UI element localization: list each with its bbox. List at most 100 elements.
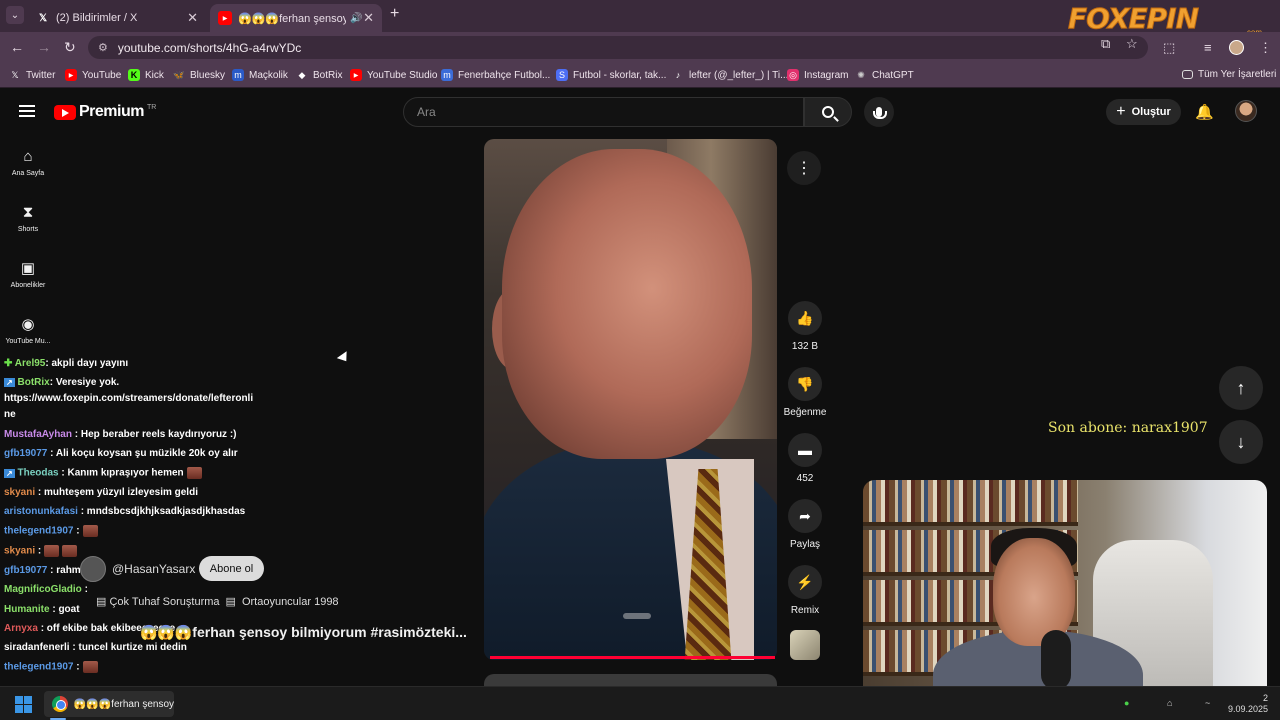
more-options-button[interactable]: ⋮ (787, 151, 821, 185)
address-url: youtube.com/shorts/4hG-a4rwYDc (117, 40, 302, 55)
reload-icon[interactable]: ↻ (64, 39, 76, 56)
chat-text: : (76, 661, 80, 673)
profile-avatar[interactable] (1229, 40, 1244, 55)
media-control-icon[interactable]: ≡ (1204, 40, 1212, 55)
sidebar-item-home[interactable]: ⌂ Ana Sayfa (0, 148, 56, 177)
remix-button[interactable]: ⚡ Remix (782, 565, 828, 616)
youtube-premium-logo[interactable]: Premium TR (54, 103, 156, 121)
video-progress-bar[interactable] (490, 656, 775, 659)
subscribe-button[interactable]: Abone ol (199, 556, 264, 581)
instagram-icon: ◎ (787, 69, 799, 81)
tray-status-icon[interactable]: ● (1124, 698, 1129, 708)
browser-tab-youtube[interactable]: ▶ 😱😱😱ferhan şensoy bilm 🔊 ✕ (210, 4, 382, 32)
tab-search-button[interactable]: ⌄ (6, 6, 24, 24)
bookmark-tiktok[interactable]: ♪ lefter (@_lefter_) | Ti... (672, 69, 789, 81)
chat-message: ↗ Theodas : Kanım kıpraşıyor hemen (4, 467, 202, 479)
streamer-webcam (863, 480, 1267, 704)
video-title[interactable]: 😱😱😱ferhan şensoy bilmiyorum #rasimözteki… (140, 624, 467, 641)
sidebar-item-label: Abonelikler (10, 282, 46, 289)
youtube-icon: ▶ (218, 11, 232, 25)
audio-playing-icon[interactable]: 🔊 (350, 13, 362, 24)
taskbar-chrome-app[interactable]: 😱😱😱ferhan şensoy (44, 691, 174, 717)
playlist-link[interactable]: Çok Tuhaf Soruşturma (109, 596, 219, 608)
system-clock[interactable]: 2 9.09.2025 (1222, 693, 1268, 715)
extensions-icon[interactable]: ⬚ (1163, 40, 1175, 56)
dislike-button[interactable]: 👎 Beğenme (782, 367, 828, 418)
bookmark-star-icon[interactable]: ☆ (1126, 36, 1138, 52)
close-tab-icon[interactable]: ✕ (187, 10, 198, 26)
browser-tab-x[interactable]: 𝕏 (2) Bildirimler / X ✕ (28, 4, 206, 32)
search-input[interactable]: Ara (403, 97, 804, 127)
chat-message: gfb19077 : Ali koçu koysan şu müzikle 20… (4, 448, 238, 459)
network-icon[interactable]: ⌂ (1167, 698, 1172, 708)
chat-message: MagnificoGladio : (4, 584, 88, 595)
create-label: Oluştur (1131, 106, 1171, 118)
chat-message: aristonunkafasi : mndsbcsdjkhjksadkjasdj… (4, 506, 245, 517)
tiktok-icon: ♪ (675, 70, 681, 80)
bookmark-futbol-skorlar[interactable]: S Futbol - skorlar, tak... (556, 69, 666, 81)
windows-start-icon[interactable] (15, 696, 32, 713)
notifications-bell-icon[interactable]: 🔔 (1195, 103, 1214, 121)
chat-user: Arel95 (14, 358, 46, 369)
all-bookmarks-folder[interactable]: Tüm Yer İşaretleri (1182, 69, 1276, 80)
sidebar-item-subscriptions[interactable]: ▣ Abonelikler (0, 259, 56, 289)
bookmark-kick[interactable]: K Kick (128, 69, 164, 81)
bookmark-label: lefter (@_lefter_) | Ti... (689, 69, 789, 81)
bookmark-label: ChatGPT (872, 69, 914, 81)
account-avatar[interactable] (1235, 100, 1257, 122)
playlist-link[interactable]: Ortaoyuncular 1998 (242, 596, 339, 608)
chat-user: skyani (4, 487, 36, 498)
chat-user: Humanite (4, 604, 50, 615)
sound-thumbnail[interactable] (790, 630, 820, 660)
search-placeholder: Ara (417, 105, 436, 119)
bookmark-instagram[interactable]: ◎ Instagram (787, 69, 848, 81)
bookmark-botrix[interactable]: ◆ BotRix (296, 69, 343, 81)
bookmark-chatgpt[interactable]: ✺ ChatGPT (855, 69, 914, 81)
botrix-icon: ◆ (298, 69, 306, 80)
chat-text: : Veresiye yok. (49, 377, 120, 388)
chat-text: : (84, 584, 88, 595)
share-icon: ➦ (788, 499, 822, 533)
sidebar-item-youtube-music[interactable]: ◉ YouTube Mu... (0, 315, 56, 345)
home-icon: ⌂ (23, 148, 33, 165)
bookmark-youtube-studio[interactable]: ▶ YouTube Studio (350, 69, 437, 81)
sidebar-item-shorts[interactable]: ⧗ Shorts (0, 204, 56, 233)
new-tab-button[interactable]: + (390, 5, 399, 23)
create-button[interactable]: + Oluştur (1106, 99, 1181, 125)
share-button[interactable]: ➦ Paylaş (782, 499, 828, 550)
address-bar[interactable]: ⚙ youtube.com/shorts/4hG-a4rwYDc (88, 36, 1148, 59)
chat-text: : Ali koçu koysan şu müzikle 20k oy alır (50, 448, 238, 459)
chat-message: ne (4, 409, 16, 420)
menu-dots-icon[interactable]: ⋮ (1259, 40, 1272, 56)
tab-title: 😱😱😱ferhan şensoy bilm (238, 12, 346, 25)
forward-arrow-icon[interactable]: → (37, 39, 51, 55)
youtube-header: Premium TR Ara + Oluştur 🔔 (0, 90, 1280, 136)
bookmark-label: Kick (145, 69, 164, 81)
site-info-icon[interactable]: ⚙ (98, 41, 108, 54)
search-button[interactable] (804, 97, 852, 127)
bookmark-mackolik[interactable]: m Maçkolik (232, 69, 288, 81)
channel-avatar[interactable] (80, 556, 106, 582)
chat-text: : tuncel kurtize mi dedin (72, 642, 187, 653)
clock-date: 9.09.2025 (1227, 704, 1268, 714)
volume-icon[interactable]: ~ (1205, 698, 1210, 708)
bookmark-bluesky[interactable]: 🦋 Bluesky (173, 69, 225, 81)
voice-search-button[interactable] (864, 97, 894, 127)
bookmark-youtube[interactable]: ▶ YouTube (65, 69, 121, 81)
bookmark-fenerbahce[interactable]: m Fenerbahçe Futbol... (441, 69, 550, 81)
chat-user: BotRix (17, 377, 50, 388)
like-button[interactable]: 👍 132 B (782, 301, 828, 352)
chrome-icon (52, 696, 68, 712)
previous-short-button[interactable]: ↑ (1219, 366, 1263, 410)
bookmark-label: Tüm Yer İşaretleri (1198, 69, 1277, 80)
bookmark-twitter[interactable]: 𝕏 Twitter (9, 69, 55, 81)
shorts-video-player[interactable] (484, 139, 777, 660)
hamburger-menu-icon[interactable] (19, 105, 35, 117)
channel-handle[interactable]: @HasanYasarx (112, 562, 195, 576)
cast-icon[interactable]: ⧉ (1101, 36, 1110, 52)
close-tab-icon[interactable]: ✕ (363, 10, 374, 26)
comments-button[interactable]: ▬ 452 (782, 433, 828, 484)
next-short-button[interactable]: ↓ (1219, 420, 1263, 464)
last-subscriber-overlay: Son abone: narax1907 (1048, 420, 1208, 436)
back-arrow-icon[interactable]: ← (10, 39, 24, 55)
